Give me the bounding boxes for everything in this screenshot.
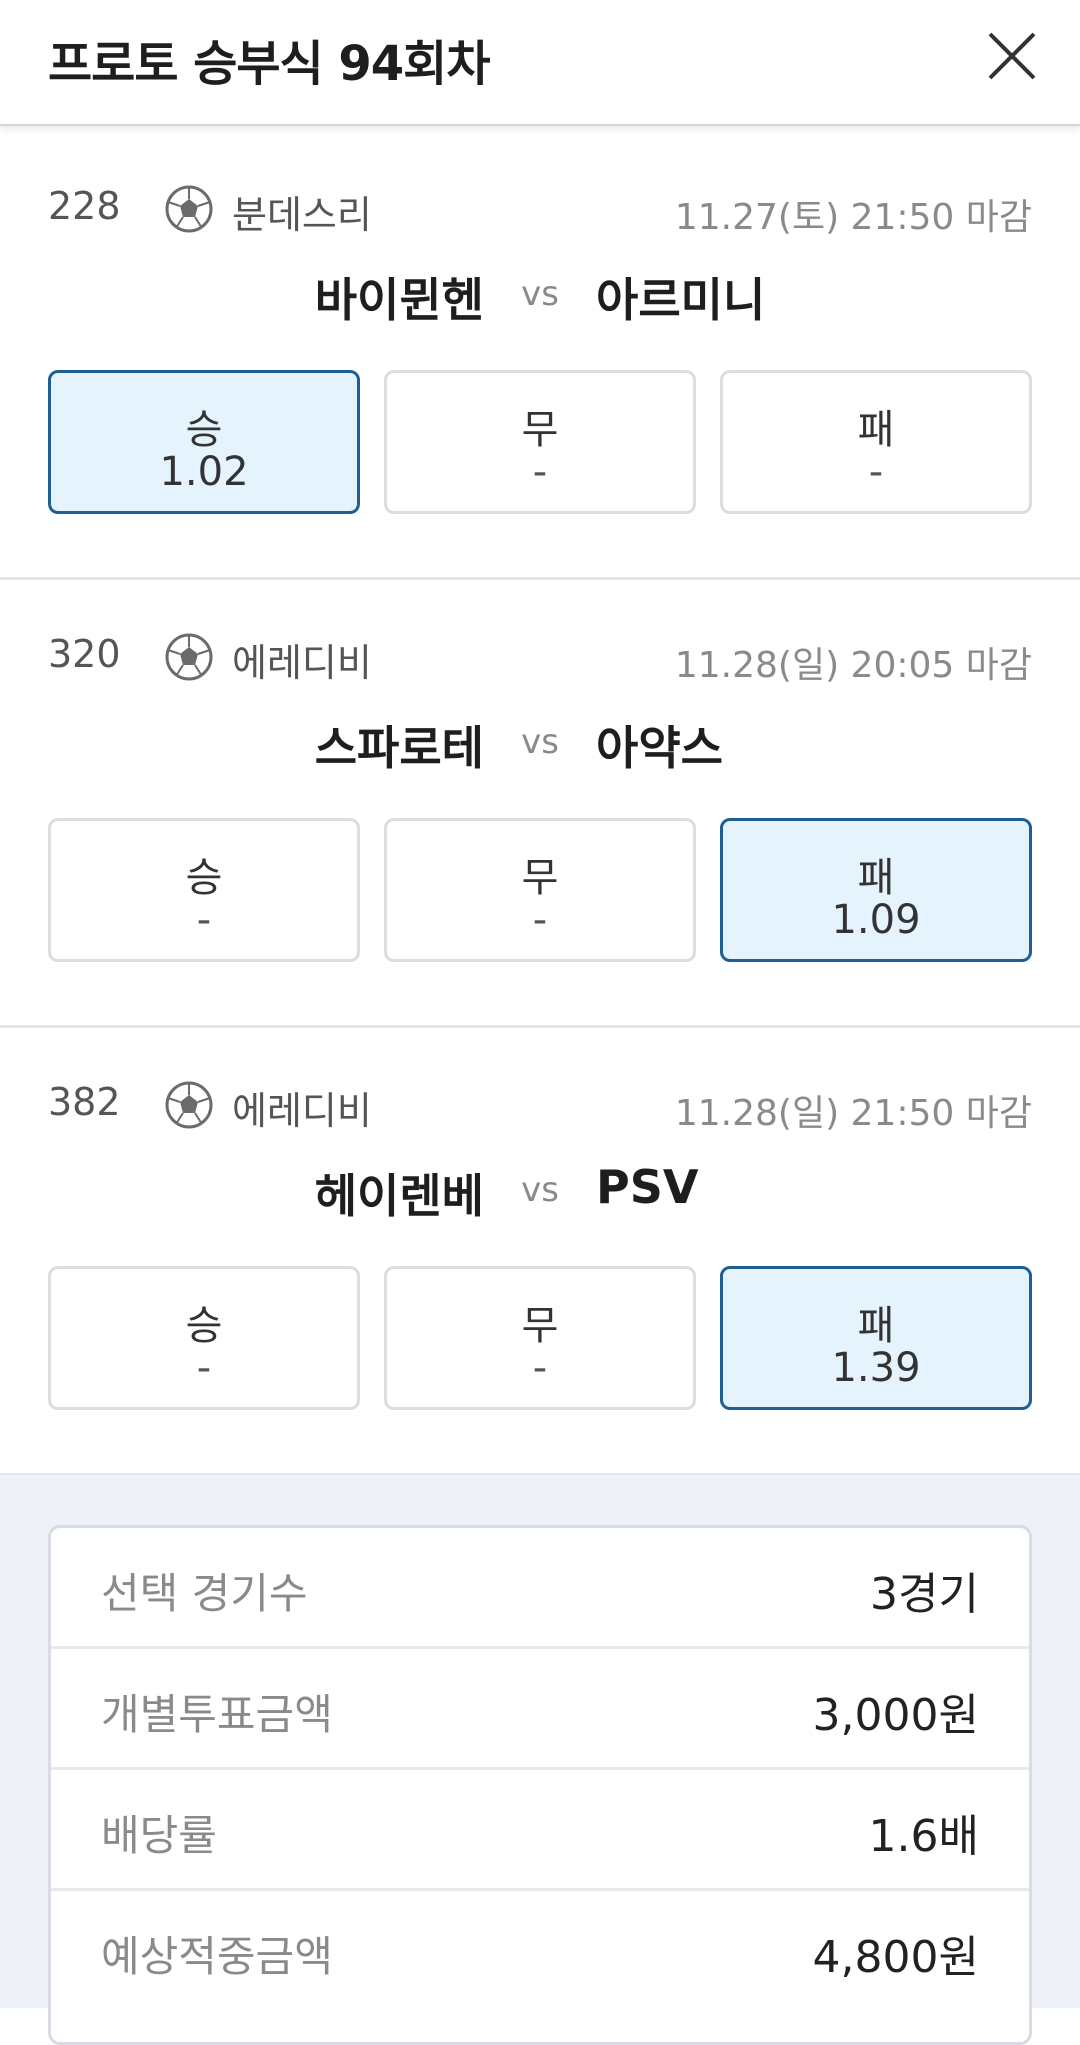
match-card: 228 분데스리 11.27(토) 21:50 마감 바이뮌헨 vs 아르미니 … xyxy=(0,132,1080,580)
option-label: 패 xyxy=(857,1303,895,1349)
summary-value: 1.6배 xyxy=(868,1811,979,1862)
home-team: 헤이렌베 xyxy=(314,1169,484,1223)
option-odds: - xyxy=(196,1345,212,1391)
teams-row: 스파로테 vs 아약스 xyxy=(0,712,1080,782)
lose-option-button[interactable]: 패 1.39 xyxy=(720,1266,1032,1410)
match-number: 382 xyxy=(48,1080,121,1124)
option-odds: 1.39 xyxy=(831,1345,921,1391)
summary-row-expected-win: 예상적중금액 4,800원 xyxy=(51,1891,1029,2012)
vs-label: vs xyxy=(521,274,559,314)
deadline-text: 11.28(일) 21:50 마감 xyxy=(674,1093,1032,1134)
option-odds: - xyxy=(868,449,884,495)
league-name: 분데스리 xyxy=(232,193,372,237)
option-odds: 1.02 xyxy=(159,449,249,495)
league-name: 에레디비 xyxy=(232,641,372,685)
soccer-ball-icon xyxy=(165,1081,213,1129)
option-odds: - xyxy=(196,897,212,943)
summary-label: 선택 경기수 xyxy=(101,1569,308,1618)
option-label: 무 xyxy=(521,855,559,901)
bet-summary-area: 선택 경기수 3경기 개별투표금액 3,000원 배당률 1.6배 예상적중금액… xyxy=(0,1475,1080,2045)
home-team: 바이뮌헨 xyxy=(314,273,484,327)
summary-row-game-count: 선택 경기수 3경기 xyxy=(51,1528,1029,1649)
summary-row-odds: 배당률 1.6배 xyxy=(51,1770,1029,1891)
win-option-button[interactable]: 승 1.02 xyxy=(48,370,360,514)
soccer-ball-icon xyxy=(165,633,213,681)
option-label: 패 xyxy=(857,407,895,453)
lose-option-button[interactable]: 패 1.09 xyxy=(720,818,1032,962)
lose-option-button[interactable]: 패 - xyxy=(720,370,1032,514)
match-card: 382 에레디비 11.28(일) 21:50 마감 헤이렌베 vs PSV 승… xyxy=(0,1028,1080,1476)
draw-option-button[interactable]: 무 - xyxy=(384,370,696,514)
bet-summary-card: 선택 경기수 3경기 개별투표금액 3,000원 배당률 1.6배 예상적중금액… xyxy=(48,1525,1032,2045)
summary-label: 개별투표금액 xyxy=(101,1690,333,1739)
win-option-button[interactable]: 승 - xyxy=(48,818,360,962)
header-bar: 프로토 승부식 94회차 xyxy=(0,0,1080,126)
close-icon xyxy=(988,32,1036,80)
away-team: 아르미니 xyxy=(596,273,766,327)
draw-option-button[interactable]: 무 - xyxy=(384,1266,696,1410)
match-card: 320 에레디비 11.28(일) 20:05 마감 스파로테 vs 아약스 승… xyxy=(0,580,1080,1028)
league-name: 에레디비 xyxy=(232,1089,372,1133)
summary-value: 3,000원 xyxy=(812,1690,979,1741)
close-button[interactable] xyxy=(984,28,1040,84)
draw-option-button[interactable]: 무 - xyxy=(384,818,696,962)
home-team: 스파로테 xyxy=(314,721,484,775)
vs-label: vs xyxy=(521,722,559,762)
summary-label: 예상적중금액 xyxy=(101,1932,333,1981)
option-odds: - xyxy=(532,1345,548,1391)
deadline-text: 11.28(일) 20:05 마감 xyxy=(674,645,1032,686)
away-team: PSV xyxy=(596,1160,699,1214)
deadline-text: 11.27(토) 21:50 마감 xyxy=(674,197,1032,238)
option-label: 승 xyxy=(185,407,223,453)
match-number: 320 xyxy=(48,632,121,676)
win-option-button[interactable]: 승 - xyxy=(48,1266,360,1410)
summary-value: 4,800원 xyxy=(812,1932,979,1983)
option-label: 무 xyxy=(521,1303,559,1349)
summary-label: 배당률 xyxy=(101,1811,217,1860)
summary-row-bet-amount: 개별투표금액 3,000원 xyxy=(51,1649,1029,1770)
option-label: 무 xyxy=(521,407,559,453)
option-label: 승 xyxy=(185,855,223,901)
soccer-ball-icon xyxy=(165,185,213,233)
teams-row: 헤이렌베 vs PSV xyxy=(0,1160,1080,1230)
teams-row: 바이뮌헨 vs 아르미니 xyxy=(0,264,1080,334)
page-title: 프로토 승부식 94회차 xyxy=(48,36,490,92)
option-label: 승 xyxy=(185,1303,223,1349)
summary-value: 3경기 xyxy=(870,1569,979,1620)
option-odds: - xyxy=(532,449,548,495)
option-odds: - xyxy=(532,897,548,943)
option-label: 패 xyxy=(857,855,895,901)
away-team: 아약스 xyxy=(596,721,723,775)
option-odds: 1.09 xyxy=(831,897,921,943)
vs-label: vs xyxy=(521,1170,559,1210)
match-number: 228 xyxy=(48,184,121,228)
